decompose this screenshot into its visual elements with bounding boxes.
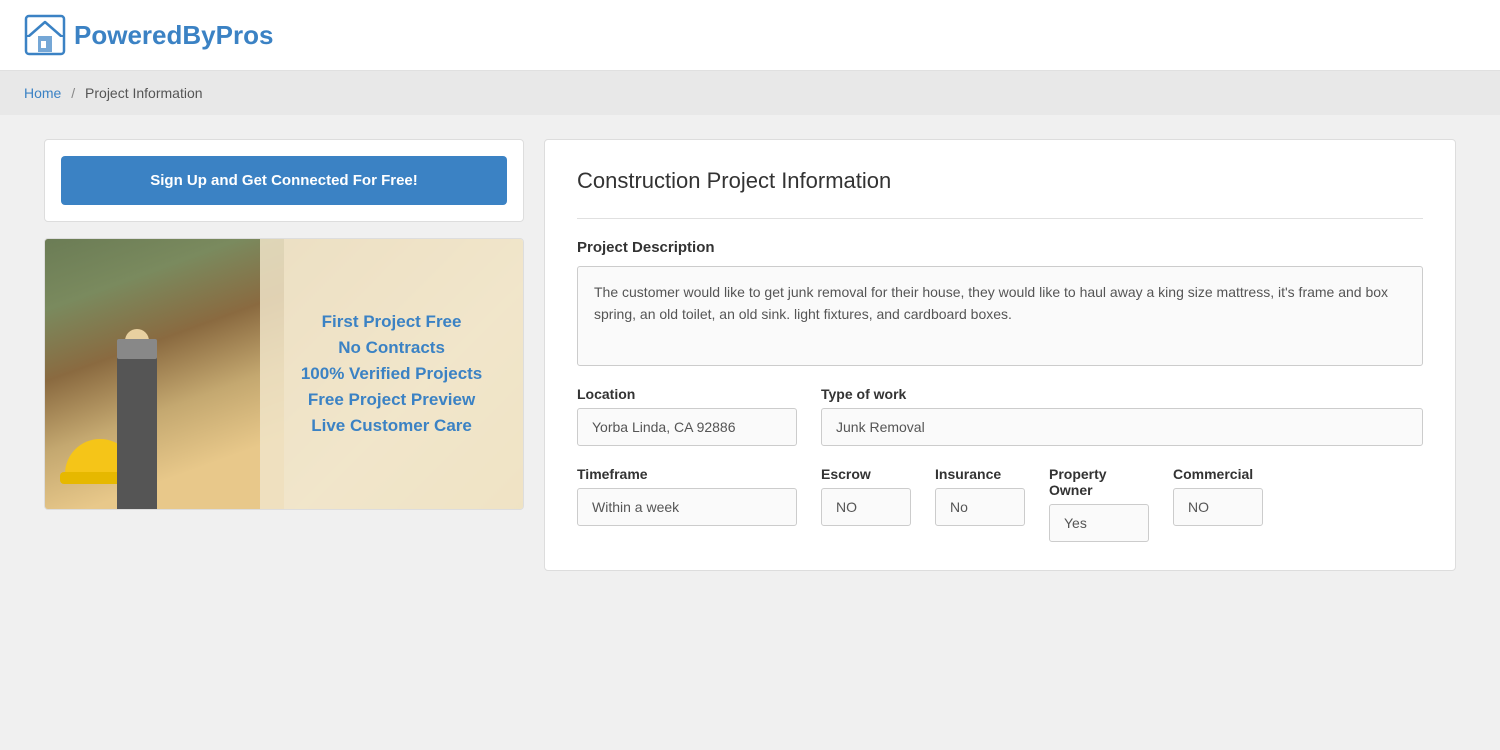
location-group: Location Yorba Linda, CA 92886 — [577, 386, 797, 446]
escrow-label: Escrow — [821, 466, 911, 482]
property-owner-group: Property Owner Yes — [1049, 466, 1149, 542]
insurance-label: Insurance — [935, 466, 1025, 482]
promo-item-4: Live Customer Care — [311, 416, 472, 436]
commercial-group: Commercial NO — [1173, 466, 1263, 542]
promo-item-2: 100% Verified Projects — [301, 364, 482, 384]
breadcrumb-home[interactable]: Home — [24, 85, 61, 101]
location-value: Yorba Linda, CA 92886 — [577, 408, 797, 446]
insurance-group: Insurance No — [935, 466, 1025, 542]
location-label: Location — [577, 386, 797, 402]
description-label: Project Description — [577, 239, 1423, 256]
signup-button[interactable]: Sign Up and Get Connected For Free! — [61, 156, 507, 205]
breadcrumb-bar: Home / Project Information — [0, 71, 1500, 115]
main-panel: Construction Project Information Project… — [544, 139, 1456, 571]
logo-text: PoweredByPros — [74, 20, 273, 51]
signup-card: Sign Up and Get Connected For Free! — [44, 139, 524, 222]
main-content: Sign Up and Get Connected For Free! — [20, 115, 1480, 595]
property-owner-value: Yes — [1049, 504, 1149, 542]
description-text: The customer would like to get junk remo… — [577, 266, 1423, 366]
promo-item-0: First Project Free — [322, 312, 462, 332]
property-owner-label: Property Owner — [1049, 466, 1149, 498]
commercial-label: Commercial — [1173, 466, 1263, 482]
escrow-group: Escrow NO — [821, 466, 911, 542]
escrow-value: NO — [821, 488, 911, 526]
timeframe-row: Timeframe Within a week Escrow NO Insura… — [577, 466, 1423, 542]
timeframe-value: Within a week — [577, 488, 797, 526]
promo-item-3: Free Project Preview — [308, 390, 475, 410]
breadcrumb-separator: / — [71, 85, 75, 101]
sidebar: Sign Up and Get Connected For Free! — [44, 139, 524, 571]
promo-background: First Project Free No Contracts 100% Ver… — [45, 239, 523, 509]
promo-image: First Project Free No Contracts 100% Ver… — [45, 239, 523, 509]
timeframe-group: Timeframe Within a week — [577, 466, 797, 542]
commercial-value: NO — [1173, 488, 1263, 526]
breadcrumb-current: Project Information — [85, 85, 203, 101]
promo-item-1: No Contracts — [338, 338, 445, 358]
panel-title: Construction Project Information — [577, 168, 1423, 194]
worker-figure — [117, 349, 157, 509]
type-of-work-label: Type of work — [821, 386, 1423, 402]
header: PoweredByPros — [0, 0, 1500, 71]
insurance-value: No — [935, 488, 1025, 526]
divider-top — [577, 218, 1423, 219]
promo-text-overlay: First Project Free No Contracts 100% Ver… — [260, 239, 523, 509]
logo[interactable]: PoweredByPros — [24, 14, 273, 56]
location-type-row: Location Yorba Linda, CA 92886 Type of w… — [577, 386, 1423, 446]
type-of-work-group: Type of work Junk Removal — [821, 386, 1423, 446]
logo-icon — [24, 14, 66, 56]
timeframe-label: Timeframe — [577, 466, 797, 482]
promo-card: First Project Free No Contracts 100% Ver… — [44, 238, 524, 510]
promo-left-bg — [45, 239, 284, 509]
type-of-work-value: Junk Removal — [821, 408, 1423, 446]
